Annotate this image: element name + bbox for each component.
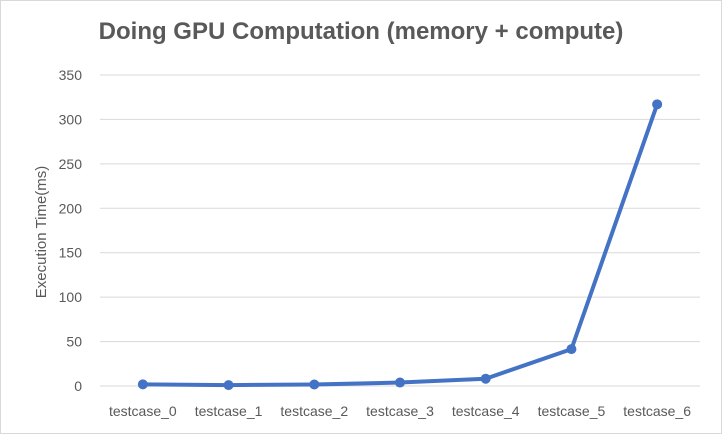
y-tick-label: 250 (59, 156, 83, 172)
data-point (566, 344, 577, 355)
grid-lines (100, 74, 700, 387)
data-point (395, 377, 405, 388)
data-point (137, 379, 148, 390)
y-tick-label: 350 (59, 67, 83, 83)
series-line (140, 102, 660, 388)
data-point (480, 373, 491, 384)
series-layer (137, 99, 663, 391)
y-tick-labels: 0 50 100 150 200 250 300 350 (59, 67, 83, 394)
y-tick-label: 150 (59, 245, 83, 261)
y-tick-label: 200 (59, 200, 83, 216)
x-tick-label: testcase_1 (195, 403, 263, 419)
x-tick-label: testcase_2 (280, 403, 348, 419)
x-tick-label: testcase_0 (109, 403, 177, 419)
y-axis-label: Execution Time(ms) (33, 166, 50, 299)
data-point (223, 380, 234, 391)
x-tick-label: testcase_6 (623, 403, 691, 419)
data-point (652, 99, 663, 110)
y-tick-label: 100 (59, 289, 83, 305)
y-tick-label: 0 (74, 378, 82, 394)
x-tick-labels: testcase_0 testcase_1 testcase_2 testcase_3… (109, 403, 691, 419)
x-tick-label: testcase_3 (366, 403, 434, 419)
x-tick-label: testcase_5 (538, 403, 606, 419)
y-tick-label: 300 (59, 111, 83, 127)
y-tick-label: 50 (66, 334, 82, 350)
line-chart: 050100150200250300350 testcase_0 testcase… (33, 67, 700, 419)
x-tick-label: testcase_4 (452, 403, 520, 419)
data-point (309, 379, 320, 390)
